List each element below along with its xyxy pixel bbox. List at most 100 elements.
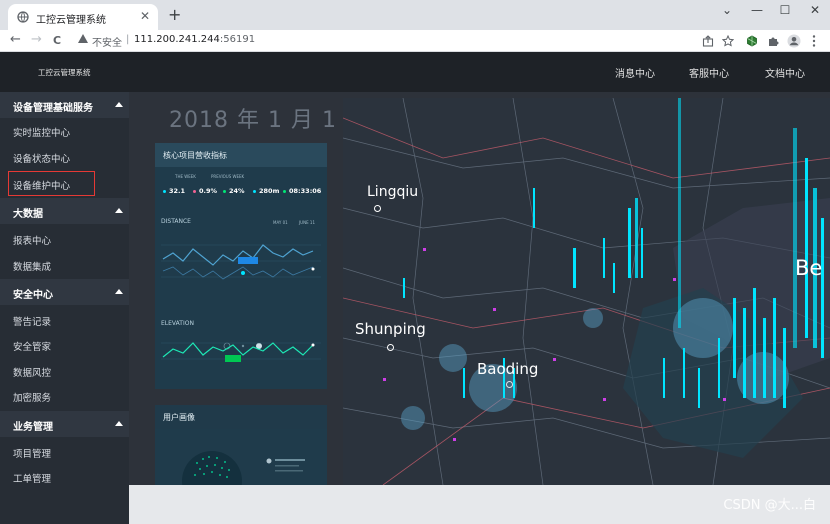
kpi-card: 核心项目营收指标 THE WEEK PREVIOUS WEEK 32.1 0.9… (155, 143, 327, 389)
caret-up-icon (115, 208, 123, 213)
extension-cube-icon[interactable] (746, 35, 758, 47)
caret-up-icon (115, 289, 123, 294)
sidebar-item-device-maintenance[interactable]: 设备维护中心 (8, 171, 95, 196)
sidebar-group-business[interactable]: 业务管理 (0, 411, 129, 437)
city-label-baoding: Baoding (477, 360, 539, 378)
sidebar-item-label: 设备状态中心 (13, 154, 71, 165)
address-port: :56191 (219, 34, 256, 45)
sidebar-item-label: 工单管理 (13, 474, 52, 485)
tab-this-week: THE WEEK (175, 174, 196, 179)
tab-search-icon[interactable]: ⌄ (712, 3, 742, 17)
header-link-messages[interactable]: 消息中心 (615, 65, 655, 80)
extensions-puzzle-icon[interactable] (767, 35, 779, 47)
address-separator: | (126, 34, 130, 45)
sidebar-group-label: 业务管理 (13, 422, 53, 433)
address-bar[interactable]: 不安全 | 111.200.241.244:56191 (72, 31, 742, 50)
city-data-map: Lingqiu Shunping Baoding Be (343, 98, 830, 485)
sidebar-item-reports[interactable]: 报表中心 (0, 226, 129, 252)
sidebar-group-label: 安全中心 (13, 290, 53, 301)
chip-start: MAY 01 (273, 220, 288, 225)
sidebar-group-big-data[interactable]: 大数据 (0, 198, 129, 224)
distance-line-chart (161, 244, 321, 280)
sidebar-item-label: 安全管家 (13, 342, 52, 353)
kpi-card-title: 核心项目营收指标 (163, 151, 227, 160)
sidebar-item-label: 实时监控中心 (13, 128, 71, 139)
bookmark-star-icon[interactable] (722, 35, 734, 47)
sidebar-group-label: 大数据 (13, 209, 43, 220)
sidebar-group-device-mgmt[interactable]: 设备管理基础服务 (0, 92, 129, 118)
new-tab-button[interactable]: + (168, 5, 181, 24)
distance-label: DISTANCE (161, 218, 191, 225)
forward-icon[interactable]: → (31, 32, 42, 47)
dashboard-image: 2018 年 1 月 1 日 核心项目营收指标 THE WEEK PREVIOU… (129, 92, 830, 485)
kpi-value: 24% (223, 187, 245, 195)
city-marker (387, 344, 394, 351)
share-icon[interactable] (702, 35, 714, 47)
security-label[interactable]: 不安全 (92, 34, 122, 49)
reload-icon[interactable]: C (53, 34, 61, 47)
sidebar-item-projects[interactable]: 项目管理 (0, 439, 129, 465)
sidebar-group-label: 设备管理基础服务 (13, 103, 93, 114)
city-label-lingqiu: Lingqiu (367, 184, 419, 200)
city-marker (374, 205, 381, 212)
kpi-value: 0.9% (193, 187, 217, 195)
sidebar-group-security[interactable]: 安全中心 (0, 279, 129, 305)
caret-up-icon (115, 421, 123, 426)
sidebar-item-label: 数据风控 (13, 368, 52, 379)
app-header: 工控云管理系统 消息中心 客服中心 文档中心 (0, 52, 830, 92)
profile-avatar-icon[interactable] (787, 34, 801, 48)
kpi-value: 280m (253, 187, 279, 195)
browser-tab-strip: 工控云管理系统 ✕ + ⌄ — ☐ ✕ (0, 0, 830, 30)
sidebar-item-label: 加密服务 (13, 393, 52, 404)
sidebar-item-label: 数据集成 (13, 262, 52, 273)
kpi-card-header: 核心项目营收指标 (155, 143, 327, 167)
browser-toolbar: ← → C 不安全 | 111.200.241.244:56191 (0, 30, 830, 52)
back-icon[interactable]: ← (10, 32, 21, 47)
address-url[interactable]: 111.200.241.244:56191 (134, 34, 255, 45)
tab-close-icon[interactable]: ✕ (140, 9, 150, 23)
sidebar-item-label: 报表中心 (13, 236, 52, 247)
address-host: 111.200.241.244 (134, 34, 220, 45)
sidebar-item-label: 警告记录 (13, 317, 52, 328)
sidebar-item-device-status[interactable]: 设备状态中心 (0, 144, 129, 170)
user-profile-card-header: 用户画像 (155, 405, 327, 429)
watermark-text: CSDN @大...白 (723, 498, 816, 513)
user-profile-card-title: 用户画像 (163, 413, 195, 422)
sidebar-item-security-butler[interactable]: 安全管家 (0, 332, 129, 358)
sidebar-item-risk-control[interactable]: 数据风控 (0, 358, 129, 384)
globe-icon (17, 11, 29, 23)
chip-end: JUNE 11 (299, 220, 315, 225)
sidebar-item-label: 设备维护中心 (13, 181, 71, 192)
restore-icon[interactable]: ☐ (770, 3, 800, 17)
legend-graphic (266, 458, 305, 472)
sidebar-item-encryption[interactable]: 加密服务 (0, 383, 129, 409)
browser-tab[interactable]: 工控云管理系统 ✕ (8, 4, 158, 30)
tab-previous-week: PREVIOUS WEEK (211, 174, 245, 179)
city-label-beijing: Be (795, 256, 823, 280)
city-label-shunping: Shunping (355, 320, 426, 338)
sidebar-item-realtime-monitor[interactable]: 实时监控中心 (0, 118, 129, 144)
app-title: 工控云管理系统 (38, 68, 91, 77)
sidebar-item-label: 项目管理 (13, 449, 52, 460)
more-menu-icon[interactable] (811, 34, 817, 48)
caret-up-icon (115, 102, 123, 107)
elevation-line-chart (161, 342, 321, 362)
header-link-docs[interactable]: 文档中心 (765, 65, 805, 80)
tab-title: 工控云管理系统 (36, 15, 106, 26)
sidebar-item-alerts[interactable]: 警告记录 (0, 307, 129, 333)
user-profile-card: 用户画像 (155, 405, 327, 485)
elevation-label: ELEVATION (161, 320, 194, 327)
warning-icon (78, 34, 88, 43)
header-link-support[interactable]: 客服中心 (689, 65, 729, 80)
sidebar-item-work-orders[interactable]: 工单管理 (0, 464, 129, 490)
map-graphic (343, 98, 830, 485)
sidebar: 设备管理基础服务 实时监控中心 设备状态中心 设备维护中心 大数据 报表中心 数… (0, 92, 129, 524)
dashboard-date: 2018 年 1 月 1 日 (169, 108, 368, 133)
globe-dots-graphic (182, 451, 242, 485)
window-close-icon[interactable]: ✕ (800, 3, 830, 17)
kpi-value: 32.1 (163, 187, 185, 195)
minimize-icon[interactable]: — (742, 3, 772, 17)
kpi-value: 08:33:06 (283, 187, 321, 195)
city-marker (506, 381, 513, 388)
sidebar-item-data-integration[interactable]: 数据集成 (0, 252, 129, 278)
